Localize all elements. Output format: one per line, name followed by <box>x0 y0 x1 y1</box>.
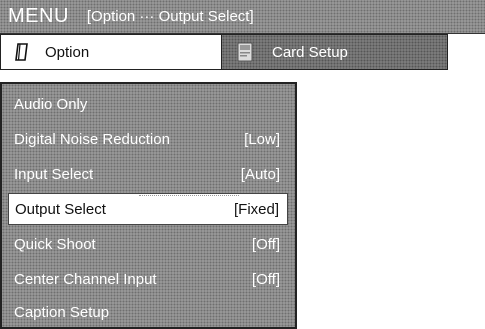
card-icon <box>236 42 254 62</box>
menu-item-label: Audio Only <box>14 95 88 113</box>
menu-item-value: [Off] <box>251 270 280 288</box>
menu-item-digital-noise-reduction[interactable]: Digital Noise Reduction [Low] <box>8 123 288 155</box>
menu-item-quick-shoot[interactable]: Quick Shoot [Off] <box>8 228 288 260</box>
dotted-leader <box>139 195 239 196</box>
menu-item-input-select[interactable]: Input Select [Auto] <box>8 158 288 190</box>
tab-option[interactable]: Option <box>1 35 222 69</box>
menu-item-value: [Auto] <box>240 165 280 183</box>
menu-item-label: Quick Shoot <box>14 235 96 253</box>
menu-item-label: Input Select <box>14 165 94 183</box>
menu-item-label: Digital Noise Reduction <box>14 130 170 148</box>
menu-item-label: Caption Setup <box>14 303 110 321</box>
menu-item-value: [Fixed] <box>233 200 279 218</box>
menu-title: MENU <box>8 5 69 27</box>
menu-item-value: [Off] <box>251 235 280 253</box>
menu-screen: MENU [Option ··· Output Select] Option C… <box>0 0 485 329</box>
tab-card-setup[interactable]: Card Setup <box>222 35 447 69</box>
tab-option-label: Option <box>45 43 90 61</box>
notebook-icon <box>15 43 29 61</box>
menu-item-output-select[interactable]: Output Select [Fixed] <box>8 193 288 225</box>
menu-item-center-channel-input[interactable]: Center Channel Input [Off] <box>8 263 288 295</box>
menu-item-caption-setup[interactable]: Caption Setup <box>8 296 288 328</box>
menu-item-label: Center Channel Input <box>14 270 157 288</box>
breadcrumb: [Option ··· Output Select] <box>86 8 254 25</box>
tab-bar: Option Card Setup <box>0 34 448 70</box>
menu-list: Audio Only Digital Noise Reduction [Low]… <box>0 82 297 329</box>
menu-item-value: [Low] <box>244 130 280 148</box>
menu-header: MENU [Option ··· Output Select] <box>0 0 485 34</box>
menu-item-label: Output Select <box>15 200 106 218</box>
tab-card-setup-label: Card Setup <box>272 43 348 61</box>
menu-item-audio-only[interactable]: Audio Only <box>8 88 288 120</box>
